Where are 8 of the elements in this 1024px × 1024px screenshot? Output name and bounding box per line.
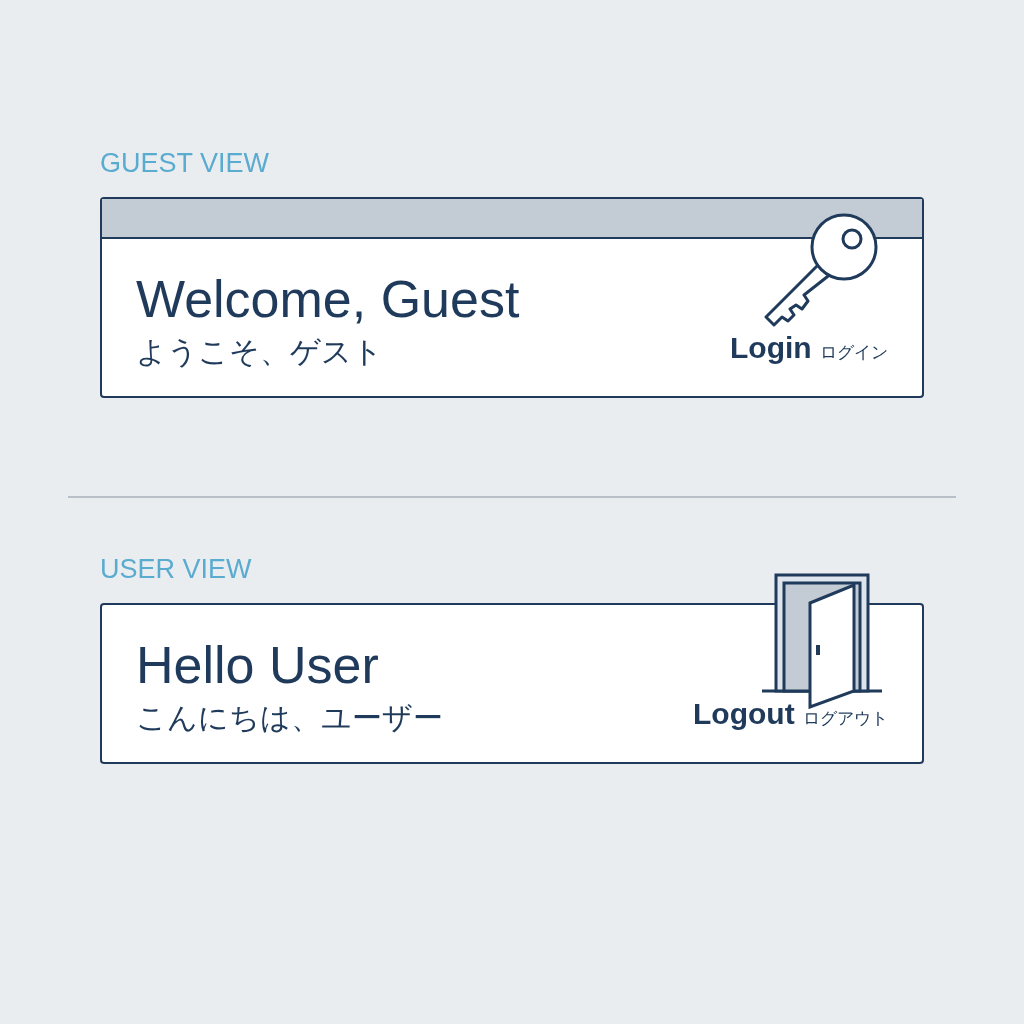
welcome-subtitle: ようこそ、ゲスト <box>136 334 383 371</box>
action-link[interactable]: Logout ログアウト <box>693 691 888 737</box>
welcome-title: Hello User <box>136 637 379 695</box>
action-link[interactable]: Login ログイン <box>730 325 888 371</box>
welcome-subtitle: こんにちは、ユーザー <box>136 700 443 737</box>
section-label: USER VIEW <box>100 556 252 584</box>
welcome-title: Welcome, Guest <box>136 271 520 329</box>
section-label: GUEST VIEW <box>100 150 270 177</box>
